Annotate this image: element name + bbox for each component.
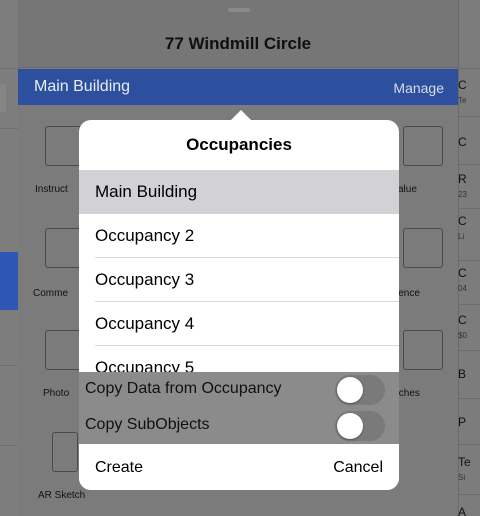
sidebar-chip [0, 84, 6, 112]
divider [0, 365, 18, 366]
list-item[interactable]: C [458, 116, 480, 164]
list-item-title: C [458, 313, 467, 327]
list-item-subtitle: 23 [458, 190, 467, 199]
list-item-occupancy-5[interactable]: Occupancy 5 [79, 346, 399, 372]
popover-title: Occupancies [186, 135, 292, 154]
list-item-title: C [458, 266, 467, 280]
nav-bar: 77 Windmill Circle [18, 0, 458, 68]
occupancies-popover: Occupancies Main Building Occupancy 2 Oc… [79, 120, 399, 490]
list-item-title: C [458, 78, 467, 92]
page-title: 77 Windmill Circle [164, 34, 312, 53]
list-item[interactable]: C Li [458, 208, 480, 260]
list-item-occupancy-4[interactable]: Occupancy 4 [79, 302, 399, 346]
option-label: Copy Data from Occupancy [85, 380, 282, 397]
list-item-occupancy-3[interactable]: Occupancy 3 [79, 258, 399, 302]
list-item-title: C [458, 135, 467, 149]
sidebar-selected-item[interactable] [0, 252, 18, 310]
tile-label: Comme [33, 288, 69, 299]
occupancy-list[interactable]: Main Building Occupancy 2 Occupancy 3 Oc… [79, 170, 399, 372]
tile-label: lence [396, 288, 420, 299]
list-item[interactable]: B [458, 350, 480, 398]
left-sidebar [0, 0, 18, 516]
list-item-label: Occupancy 3 [95, 270, 195, 289]
copy-subobjects-toggle[interactable] [335, 411, 385, 441]
popover-footer: Create Cancel [79, 444, 399, 490]
create-button[interactable]: Create [95, 459, 143, 477]
list-item-subtitle: Te [458, 96, 467, 105]
list-item-subtitle: $0 [458, 331, 467, 340]
tile-label: Photo [43, 388, 70, 399]
tile-label: tches [396, 388, 420, 399]
ar-phone-icon [52, 432, 78, 472]
divider [0, 128, 18, 129]
list-item[interactable]: C Te [458, 68, 480, 116]
list-item-subtitle: 04 [458, 284, 467, 293]
copy-options: Copy Data from Occupancy Copy SubObjects [79, 372, 399, 444]
tile-label: Instruct [35, 184, 68, 195]
list-item[interactable]: P [458, 398, 480, 444]
section-header: Main Building Manage [18, 69, 458, 105]
right-sidebar: C Te C R 23 C Li C 04 C $0 B P Te Si A [458, 0, 480, 516]
list-item-title: R [458, 172, 467, 186]
cancel-button[interactable]: Cancel [333, 459, 383, 477]
list-item[interactable]: Te Si [458, 444, 480, 494]
tile-label: alue [398, 184, 417, 195]
list-item-label: Occupancy 2 [95, 226, 195, 245]
list-item-label: Occupancy 4 [95, 314, 195, 333]
list-item[interactable]: R 23 [458, 164, 480, 208]
list-item[interactable]: C $0 [458, 304, 480, 350]
list-item-main-building[interactable]: Main Building [79, 170, 399, 214]
toggle-knob [337, 413, 363, 439]
sketch-icon [403, 330, 443, 370]
option-label: Copy SubObjects [85, 416, 210, 433]
list-item-title: B [458, 367, 467, 381]
list-item-title: Te [458, 455, 471, 469]
list-item[interactable]: C 04 [458, 260, 480, 304]
copy-data-option: Copy Data from Occupancy [79, 372, 399, 408]
grabber-handle[interactable] [228, 8, 250, 12]
tile-label: AR Sketch [38, 490, 86, 501]
divider [0, 68, 18, 69]
list-item-occupancy-2[interactable]: Occupancy 2 [79, 214, 399, 258]
manage-button[interactable]: Manage [393, 80, 444, 96]
list-item[interactable]: A [458, 494, 480, 516]
list-item-label: Occupancy 5 [95, 358, 195, 372]
chart-icon [403, 126, 443, 166]
list-item-title: P [458, 415, 467, 429]
divider [0, 445, 18, 446]
copy-subobjects-option: Copy SubObjects [79, 408, 399, 444]
cases-icon [403, 228, 443, 268]
list-item-title: A [458, 505, 467, 516]
copy-data-toggle[interactable] [335, 375, 385, 405]
toggle-knob [337, 377, 363, 403]
list-item-label: Main Building [95, 182, 198, 201]
section-title: Main Building [34, 78, 131, 95]
list-item-title: C [458, 214, 467, 228]
list-item-subtitle: Si [458, 473, 466, 482]
list-item-subtitle: Li [458, 232, 465, 241]
